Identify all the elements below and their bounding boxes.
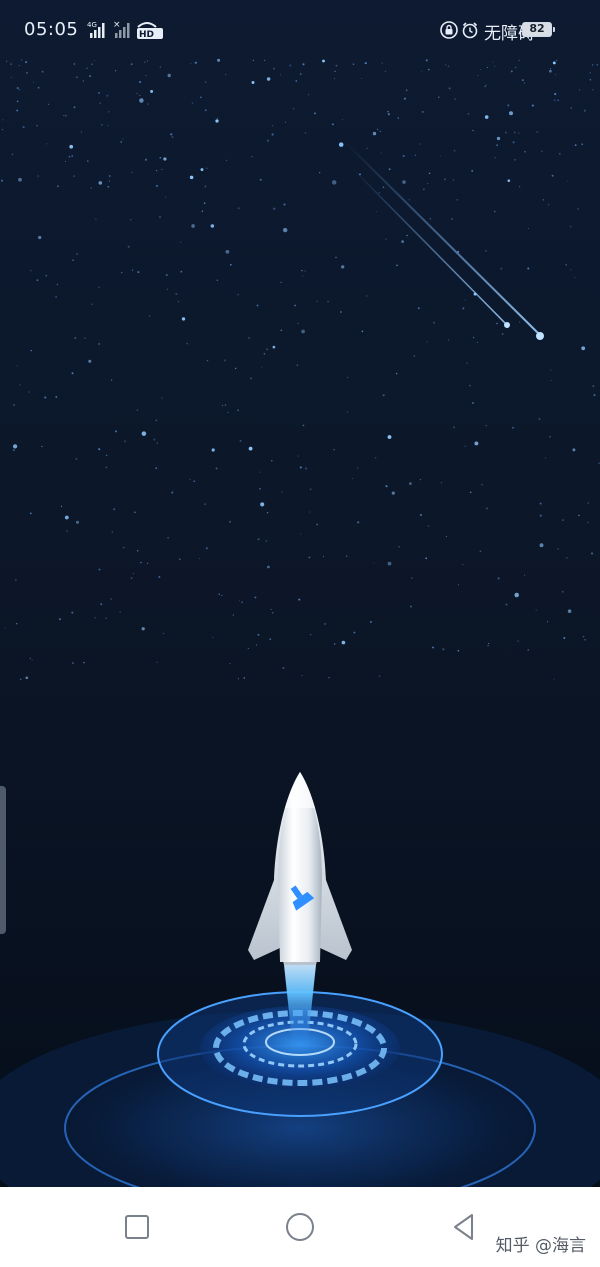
meteor-streak <box>344 141 541 336</box>
rocket <box>248 772 352 965</box>
zhihu-watermark: 知乎 @海言 <box>495 1236 586 1256</box>
status-bar: 05:05 4G × HD 无障碍 82 <box>0 0 600 62</box>
meteor-head <box>504 322 510 328</box>
meteor-streak <box>351 167 507 325</box>
battery-level: 82 <box>529 22 545 35</box>
launch-screen: 05:05 4G × HD 无障碍 82 <box>0 0 600 1187</box>
lock-icon <box>440 21 458 39</box>
signal-4g-icon: 4G × HD <box>87 20 163 40</box>
meteor-head <box>536 332 544 340</box>
home-circle-icon[interactable] <box>284 1211 316 1243</box>
battery-icon: 82 <box>522 22 555 37</box>
back-triangle-icon[interactable] <box>448 1211 480 1243</box>
status-left-icons: 4G × HD <box>78 19 168 45</box>
edge-panel-handle[interactable] <box>0 786 6 934</box>
network-type-label: 4G <box>87 21 97 29</box>
status-time: 05:05 <box>24 19 79 40</box>
svg-text:×: × <box>113 20 121 30</box>
rocket-launch-scene <box>0 141 600 1187</box>
navigation-bar: 知乎 @海言 <box>0 1187 600 1267</box>
alarm-icon <box>462 22 478 39</box>
recents-square-icon[interactable] <box>121 1211 153 1243</box>
hd-call-label: HD <box>139 30 154 40</box>
